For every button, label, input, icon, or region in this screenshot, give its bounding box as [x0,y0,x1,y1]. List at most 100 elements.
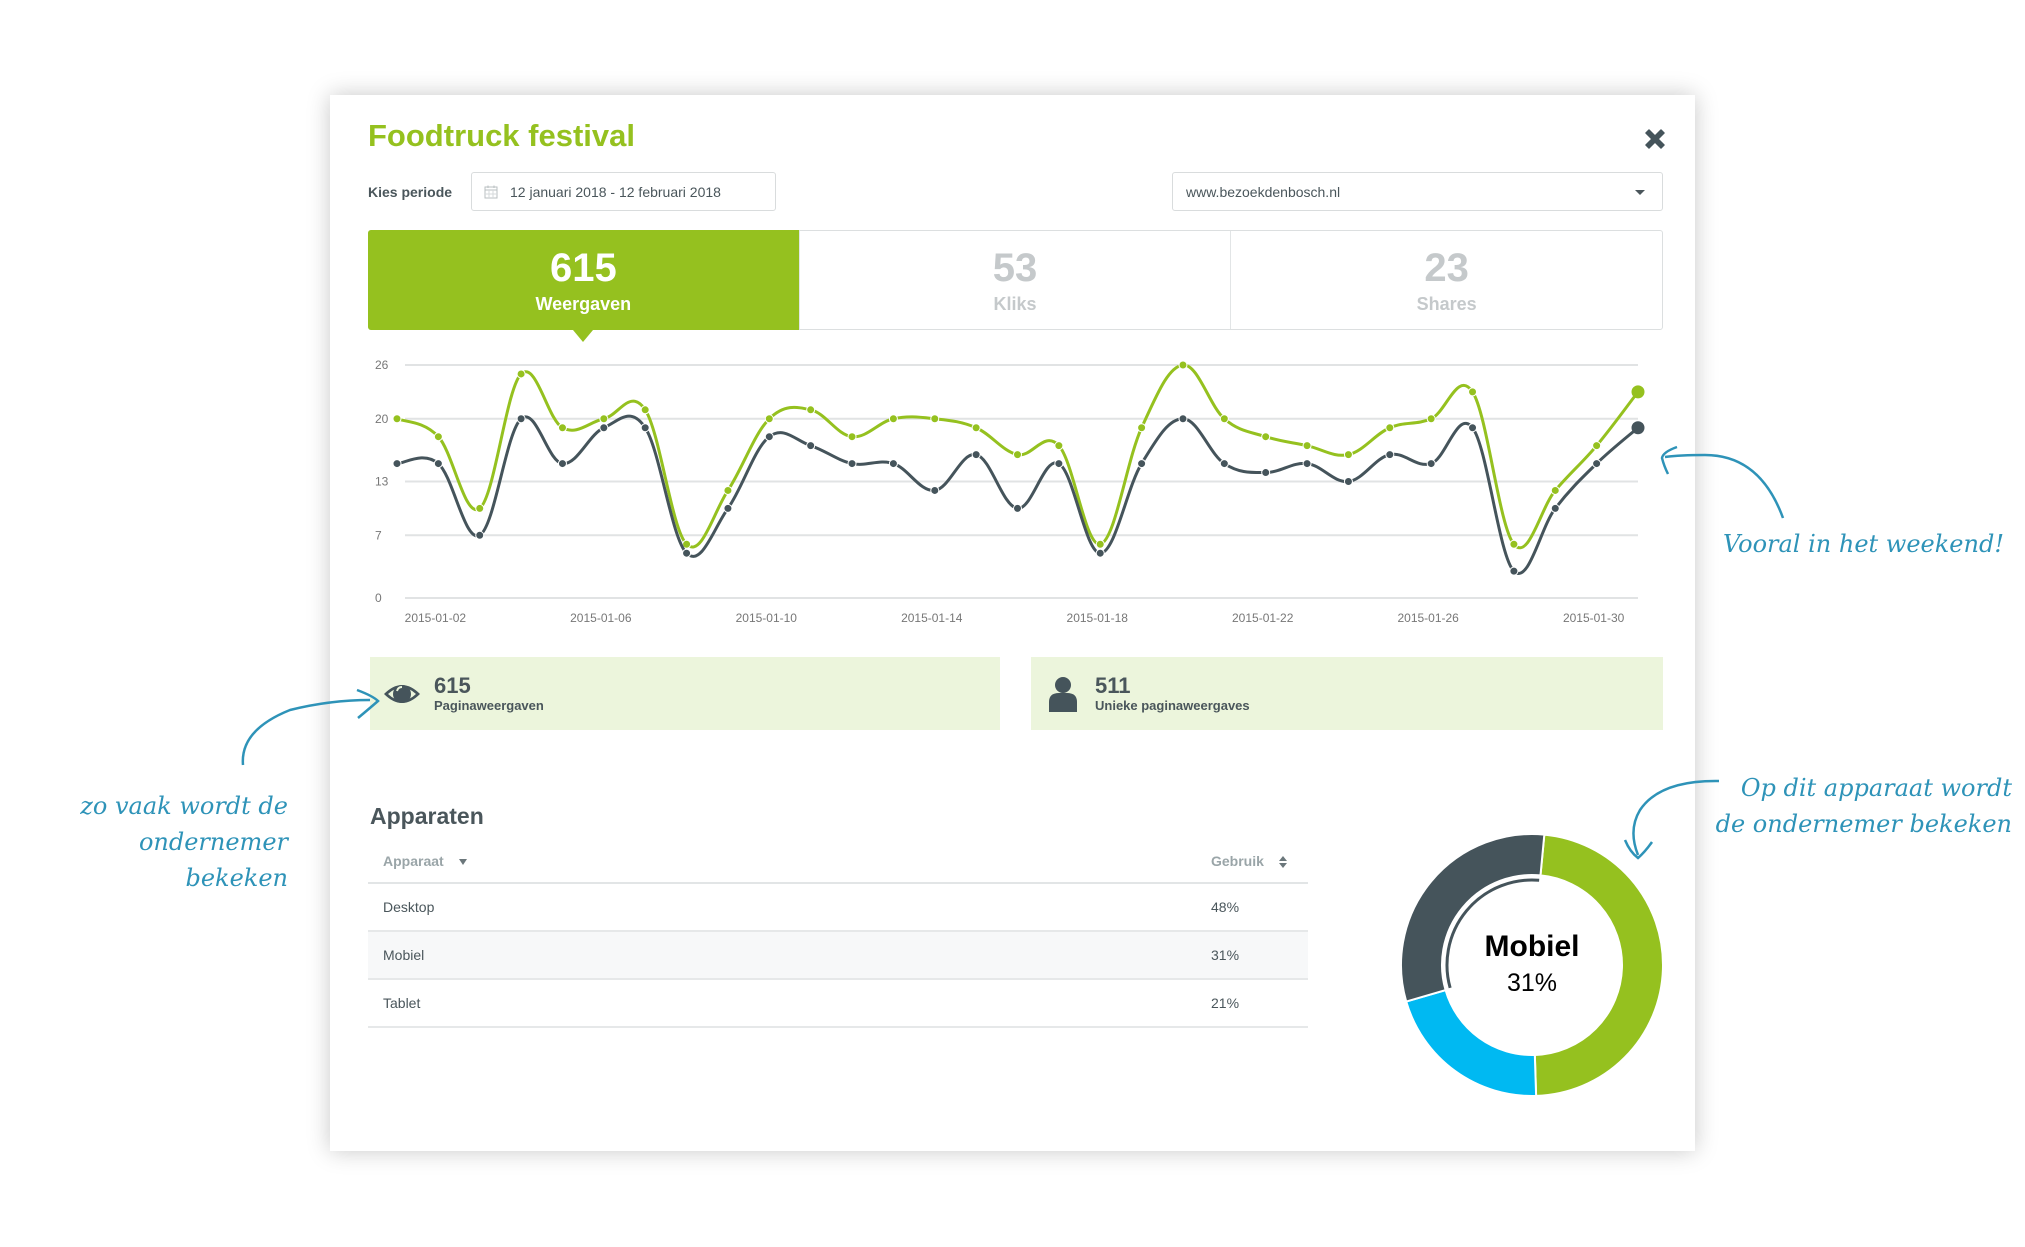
data-point [1178,360,1188,370]
data-point [1343,450,1353,460]
data-point [1550,503,1560,513]
data-point [1137,459,1147,469]
data-point [557,423,567,433]
tab-kliks[interactable]: 53 Kliks [798,231,1231,329]
column-header-gebruik[interactable]: Gebruik [1211,840,1308,884]
annotation-views-line1: zo vaak wordt de [80,792,288,820]
table-row[interactable]: Mobiel 31% [368,931,1308,980]
user-icon [1049,676,1077,712]
sort-icon [1278,856,1287,869]
data-point [640,405,650,415]
metric-tabs: 615 Weergaven 53 Kliks 23 Shares [368,230,1663,342]
data-point [1095,539,1105,549]
donut-center-label: Mobiel [1485,930,1580,963]
devices-title: Apparaten [370,803,484,829]
chevron-down-icon [1635,190,1645,195]
x-tick-label: 2015-01-26 [1397,611,1459,625]
data-point [723,485,733,495]
data-point [764,432,774,442]
data-point [599,414,609,424]
y-tick-label: 0 [375,591,382,605]
tab-value: 615 [549,245,617,290]
x-tick-label: 2015-01-06 [570,611,632,625]
annotation-weekend: Vooral in het weekend! [1723,530,2004,558]
annotation-device-line1: Op dit apparaat wordt [1740,774,2012,802]
site-select[interactable]: www.bezoekdenbosch.nl [1172,172,1663,211]
data-point [1509,539,1519,549]
data-point [1343,477,1353,486]
data-point [1261,432,1271,442]
data-point [392,414,402,424]
column-label: Apparaat [383,853,444,869]
column-label: Gebruik [1211,852,1264,869]
pageviews-label: Paginaweergaven [434,698,544,713]
page-title: Foodtruck festival [368,118,635,153]
calendar-icon [484,185,498,198]
data-point [930,485,940,495]
data-point [475,503,485,513]
data-point [516,414,526,424]
x-tick-label: 2015-01-02 [405,611,467,625]
data-point [1468,387,1478,397]
y-tick-label: 26 [375,358,389,372]
data-point [930,414,940,424]
data-point [1054,459,1064,469]
x-tick-label: 2015-01-14 [901,611,963,625]
data-point [1509,566,1519,576]
data-point [1219,414,1229,424]
x-tick-label: 2015-01-18 [1067,611,1129,625]
data-point [392,459,402,469]
annotation-views-line2: ondernemer bekeken [138,828,288,892]
data-point [433,432,443,442]
data-point [1385,450,1395,460]
close-icon [1645,129,1665,149]
tab-value: 53 [992,245,1038,290]
x-tick-label: 2015-01-22 [1232,611,1294,625]
data-point [888,414,898,424]
data-point [1013,450,1022,460]
device-usage: 48% [1211,883,1308,932]
y-tick-label: 13 [375,475,389,489]
period-value: 12 januari 2018 - 12 februari 2018 [510,183,721,200]
data-point [516,369,526,379]
data-point [433,459,443,469]
tab-shares[interactable]: 23 Shares [1230,231,1662,329]
summary-pageviews: 615 Paginaweergaven [370,657,1000,730]
y-tick-label: 20 [375,412,389,426]
eye-icon [384,684,420,703]
data-point [599,423,609,433]
data-point [806,405,816,415]
caret-down-icon [458,859,467,866]
data-point [475,530,485,540]
data-point [1426,414,1436,424]
data-point [1219,459,1229,469]
x-tick-label: 2015-01-30 [1563,611,1625,625]
data-point [682,548,692,558]
unique-pageviews-label: Unieke paginaweergaves [1095,698,1250,713]
annotation-device: Op dit apparaat wordt de ondernemer beke… [1700,770,2012,842]
device-name: Mobiel [368,931,1211,980]
tab-label: Shares [1416,293,1477,314]
data-point [1592,441,1602,451]
period-date-input[interactable]: 12 januari 2018 - 12 februari 2018 [471,172,776,211]
data-point [1095,548,1105,558]
x-tick-label: 2015-01-10 [736,611,798,625]
data-point [557,459,567,469]
column-header-apparaat[interactable]: Apparaat [368,840,1211,884]
donut-slice-desktop[interactable] [1533,833,1664,1097]
devices-donut-chart: Mobiel 31% [1400,833,1664,1097]
device-name: Tablet [368,979,1211,1028]
table-row[interactable]: Desktop 48% [368,883,1308,932]
table-row[interactable]: Tablet 21% [368,979,1308,1028]
y-tick-label: 7 [375,528,382,542]
data-point [1302,459,1312,469]
data-point [847,459,857,469]
annotation-device-line2: de ondernemer bekeken [1715,810,2012,838]
tab-weergaven[interactable]: 615 Weergaven [368,230,799,342]
donut-center-value: 31% [1507,969,1557,997]
data-point [1302,441,1312,451]
donut-slice-tablet[interactable] [1404,988,1538,1097]
close-button[interactable] [1640,124,1670,154]
data-point [640,423,650,433]
site-value: www.bezoekdenbosch.nl [1186,183,1341,200]
